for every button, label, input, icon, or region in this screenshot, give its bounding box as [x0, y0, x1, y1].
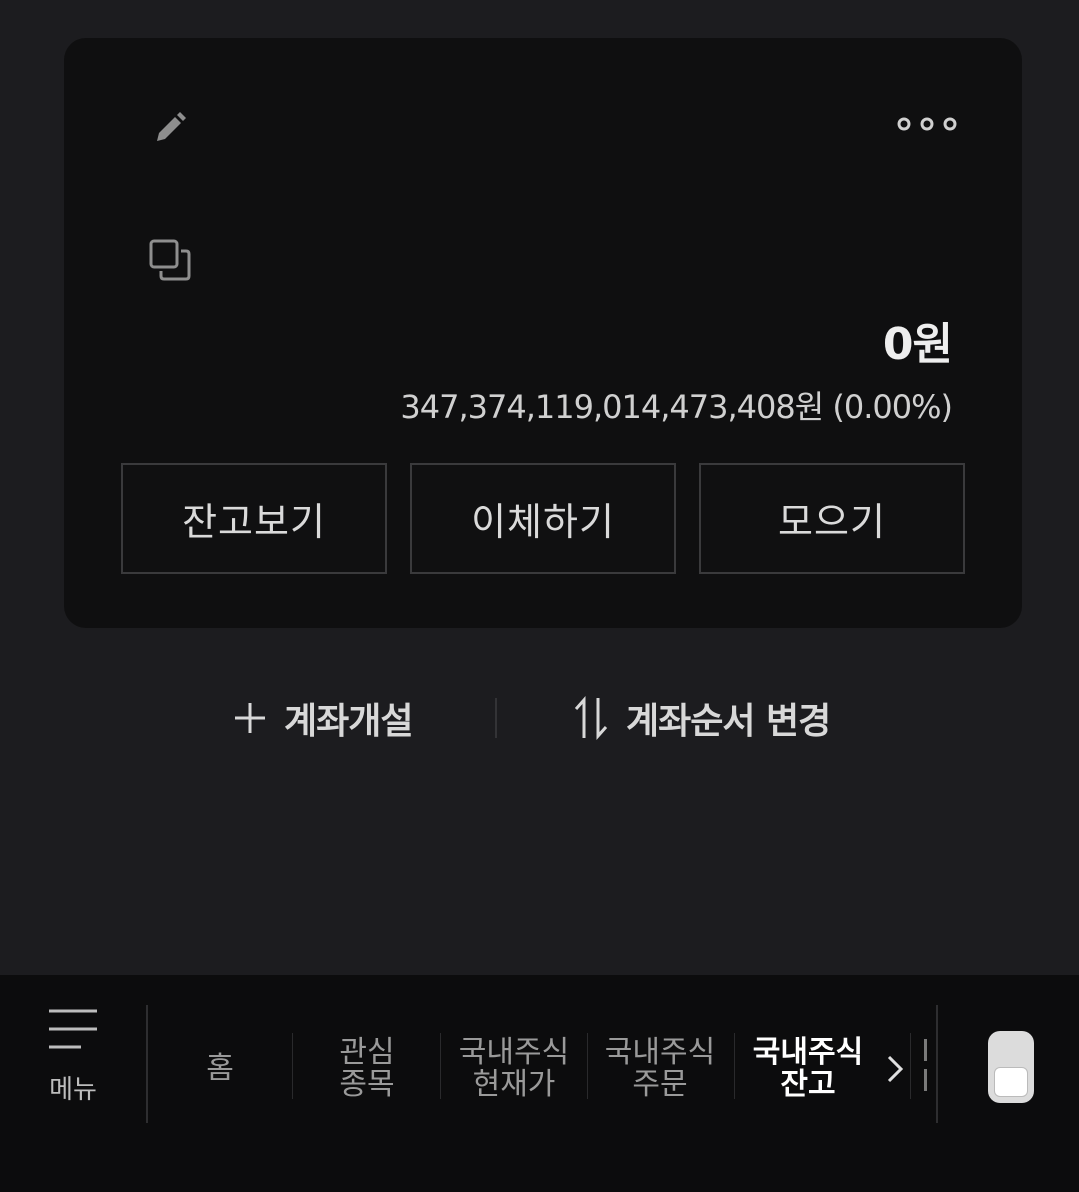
hamburger-icon — [45, 1005, 101, 1057]
open-account-label: 계좌개설 — [284, 701, 413, 742]
nav-divider — [146, 1005, 148, 1123]
menu-button[interactable]: 메뉴 — [28, 1005, 118, 1125]
menu-label: 메뉴 — [49, 1075, 97, 1105]
savings-button[interactable]: 모으기 — [699, 463, 965, 574]
tab-home[interactable]: 홈 — [158, 1031, 282, 1107]
card-actions: 잔고보기 이체하기 모으기 — [121, 463, 965, 574]
tab-domestic-stock-price[interactable]: 국내주식 현재가 — [446, 1031, 582, 1107]
chevron-right-icon[interactable] — [880, 1045, 910, 1093]
plus-icon — [232, 700, 268, 736]
open-account-link[interactable]: 계좌개설 — [232, 688, 413, 748]
pencil-icon[interactable] — [144, 102, 194, 152]
tab-divider — [734, 1033, 735, 1099]
evaluation-amount: 347,374,119,014,473,408원 (0.00%) — [400, 388, 953, 426]
nav-divider — [936, 1005, 938, 1123]
tab-watchlist[interactable]: 관심 종목 — [300, 1031, 434, 1107]
copy-icon[interactable] — [144, 234, 196, 286]
view-balance-button[interactable]: 잔고보기 — [121, 463, 387, 574]
transfer-button[interactable]: 이체하기 — [410, 463, 676, 574]
account-card: 0원 347,374,119,014,473,408원 (0.00%) 잔고보기… — [64, 38, 1022, 628]
reorder-accounts-link[interactable]: 계좌순서 변경 — [572, 688, 831, 748]
tab-divider — [587, 1033, 588, 1099]
tab-divider — [440, 1033, 441, 1099]
reorder-accounts-label: 계좌순서 변경 — [626, 701, 831, 742]
link-divider — [495, 698, 497, 738]
balance-amount: 0원 — [882, 319, 953, 370]
tab-domestic-stock-balance[interactable]: 국내주식 잔고 — [740, 1031, 876, 1107]
toggle-knob — [994, 1067, 1028, 1097]
more-dots-icon[interactable] — [888, 104, 966, 144]
bottom-navigation: 메뉴 홈 관심 종목 국내주식 현재가 국내주식 주문 국내주식 잔고 — [0, 975, 1079, 1192]
toggle-icon[interactable] — [988, 1031, 1034, 1103]
tab-divider — [292, 1033, 293, 1099]
tab-divider — [910, 1033, 911, 1099]
tab-overflow-partial[interactable] — [918, 1033, 936, 1103]
account-links: 계좌개설 계좌순서 변경 — [0, 688, 1079, 748]
tab-domestic-stock-order[interactable]: 국내주식 주문 — [592, 1031, 728, 1107]
swap-vertical-icon — [572, 696, 610, 740]
